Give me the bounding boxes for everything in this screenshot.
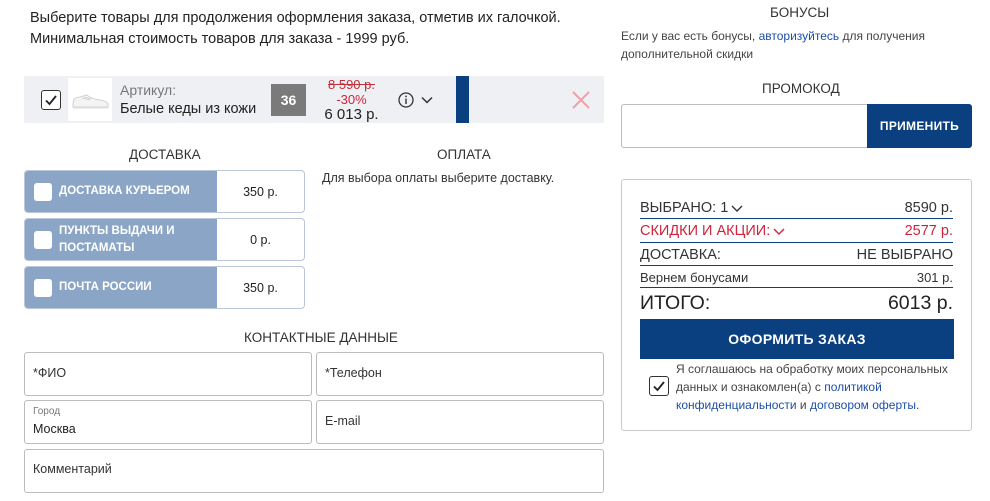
item-select-checkbox[interactable] xyxy=(41,90,61,110)
product-thumbnail[interactable] xyxy=(68,78,112,121)
payment-title: ОПЛАТА xyxy=(437,147,491,162)
selected-label-wrap: ВЫБРАНО: 1 xyxy=(640,200,743,216)
delivery-option-price: 350 р. xyxy=(243,184,278,199)
city-field[interactable]: Город Москва xyxy=(24,400,312,444)
delivery-option-price: 0 р. xyxy=(250,232,271,247)
info-icon[interactable] xyxy=(398,92,414,108)
email-field[interactable]: E-mail xyxy=(316,400,604,444)
promo-code-input[interactable] xyxy=(621,104,868,148)
consent-text-and: и xyxy=(796,398,810,412)
discounts-label-wrap: СКИДКИ И АКЦИИ: xyxy=(640,223,785,239)
delivery-option-pickup[interactable]: ПУНКТЫ ВЫДАЧИ И ПОСТАМАТЫ 0 р. xyxy=(24,218,305,261)
bonus-text: Если у вас есть бонусы, авторизуйтесь дл… xyxy=(621,27,941,63)
comment-field[interactable]: Комментарий xyxy=(24,449,604,493)
sneaker-image xyxy=(72,94,109,108)
delivery-option-label: ПУНКТЫ ВЫДАЧИ И ПОСТАМАТЫ xyxy=(59,223,175,257)
item-accent-bar xyxy=(456,76,469,123)
product-name[interactable]: Белые кеды из кожи xyxy=(120,101,256,117)
size-badge: 36 xyxy=(271,84,306,116)
total-label: ИТОГО: xyxy=(640,292,711,314)
current-price: 6 013 р. xyxy=(324,106,379,123)
consent-checkbox[interactable] xyxy=(649,376,669,396)
place-order-button[interactable]: ОФОРМИТЬ ЗАКАЗ xyxy=(640,319,954,359)
total-value: 6013 р. xyxy=(887,292,953,314)
delivery-summary-label: ДОСТАВКА: xyxy=(640,246,721,263)
delivery-radio[interactable] xyxy=(34,231,52,249)
summary-total-row: ИТОГО: 6013 р. xyxy=(640,289,953,318)
chevron-down-icon[interactable] xyxy=(773,226,785,236)
consent-text-start: Я соглашаюсь на обработку моих персональ… xyxy=(676,362,948,394)
comment-placeholder: Комментарий xyxy=(33,462,112,476)
delivery-option-label: ПОЧТА РОССИИ xyxy=(59,281,152,293)
selected-label: ВЫБРАНО: 1 xyxy=(640,199,729,216)
delivery-title: ДОСТАВКА xyxy=(129,147,201,162)
discount-percent: -30% xyxy=(336,92,367,107)
label-line-1: ПУНКТЫ ВЫДАЧИ И xyxy=(59,225,175,237)
cart-item-row: Артикул: Белые кеды из кожи 36 8 590 р. … xyxy=(24,76,604,123)
phone-field[interactable]: *Телефон xyxy=(316,352,604,396)
bonus-title: БОНУСЫ xyxy=(770,5,830,20)
consent-text: Я соглашаюсь на обработку моих персональ… xyxy=(676,360,961,414)
delivery-option-label: ДОСТАВКА КУРЬЕРОМ xyxy=(59,185,190,197)
delivery-radio[interactable] xyxy=(34,183,52,201)
offer-agreement-link[interactable]: договором оферты xyxy=(810,398,916,412)
checkmark-icon xyxy=(653,381,665,392)
phone-placeholder: *Телефон xyxy=(325,366,382,380)
order-summary: ВЫБРАНО: 1 8590 р. СКИДКИ И АКЦИИ: 2577 … xyxy=(621,179,972,431)
summary-discounts-row[interactable]: СКИДКИ И АКЦИИ: 2577 р. xyxy=(640,220,953,243)
chevron-down-icon[interactable] xyxy=(731,203,743,213)
instruction-line-1: Выберите товары для продолжения оформлен… xyxy=(30,10,561,26)
delivery-option-post[interactable]: ПОЧТА РОССИИ 350 р. xyxy=(24,266,305,309)
payment-note: Для выбора оплаты выберите доставку. xyxy=(322,171,555,185)
fio-placeholder: *ФИО xyxy=(33,366,67,380)
promo-title: ПРОМОКОД xyxy=(762,81,840,96)
summary-selected-row[interactable]: ВЫБРАНО: 1 8590 р. xyxy=(640,197,953,219)
summary-bonus-row: Вернем бонусами 301 р. xyxy=(640,267,953,288)
bonus-return-label: Вернем бонусами xyxy=(640,269,749,285)
label-line-2: ПОСТАМАТЫ xyxy=(59,242,135,254)
bonus-return-value: 301 р. xyxy=(916,269,953,285)
delivery-option-price: 350 р. xyxy=(243,280,278,295)
chevron-down-icon[interactable] xyxy=(420,93,434,107)
city-label: Город xyxy=(33,406,61,417)
delivery-radio[interactable] xyxy=(34,279,52,297)
delivery-summary-value: НЕ ВЫБРАНО xyxy=(856,246,953,263)
close-icon[interactable] xyxy=(571,90,591,110)
city-value: Москва xyxy=(33,422,76,436)
article-label: Артикул: xyxy=(120,82,177,98)
summary-delivery-row: ДОСТАВКА: НЕ ВЫБРАНО xyxy=(640,244,953,266)
fio-field[interactable]: *ФИО xyxy=(24,352,312,396)
delivery-option-courier[interactable]: ДОСТАВКА КУРЬЕРОМ 350 р. xyxy=(24,170,305,213)
old-price: 8 590 р. xyxy=(328,77,375,92)
selected-value: 8590 р. xyxy=(904,199,953,216)
delivery-option-label-area: ПОЧТА РОССИИ xyxy=(25,267,217,308)
checkmark-icon xyxy=(45,95,57,106)
bonus-text-start: Если у вас есть бонусы, xyxy=(621,29,759,43)
apply-promo-button[interactable]: ПРИМЕНИТЬ xyxy=(867,104,972,148)
contacts-title: КОНТАКТНЫЕ ДАННЫЕ xyxy=(244,330,398,345)
delivery-option-label-area: ДОСТАВКА КУРЬЕРОМ xyxy=(25,171,217,212)
order-instructions: Выберите товары для продолжения оформлен… xyxy=(30,8,561,50)
email-placeholder: E-mail xyxy=(325,414,361,428)
discounts-label: СКИДКИ И АКЦИИ: xyxy=(640,223,771,239)
login-link[interactable]: авторизуйтесь xyxy=(759,29,840,43)
delivery-option-label-area: ПУНКТЫ ВЫДАЧИ И ПОСТАМАТЫ xyxy=(25,219,217,260)
consent-text-end: . xyxy=(916,398,920,412)
discounts-value: 2577 р. xyxy=(904,223,953,239)
instruction-line-2: Минимальная стоимость товаров для заказа… xyxy=(30,31,410,47)
